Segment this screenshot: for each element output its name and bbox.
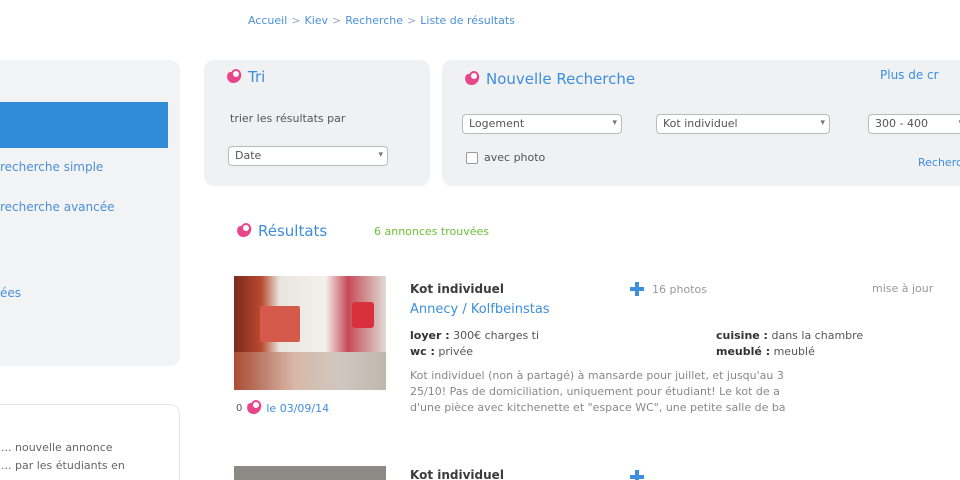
thumbnail-floor — [234, 352, 386, 390]
wc-value: privée — [438, 345, 474, 358]
listing-title[interactable]: Kot individuel — [410, 468, 504, 480]
recherche-panel: Nouvelle Recherche Plus de cr Logement ▾… — [442, 60, 960, 186]
breadcrumb-home[interactable]: Accueil — [248, 14, 287, 27]
sidebar-info-line: ... par les étudiants en — [1, 459, 125, 472]
plus-icon — [630, 282, 644, 296]
kind-select[interactable]: Kot individuel ▾ — [656, 114, 830, 134]
wc-label: wc : — [410, 345, 435, 358]
breadcrumb-separator: > — [407, 14, 417, 27]
sidebar-info-box: ... nouvelle annonce ... par les étudian… — [0, 404, 180, 480]
listing-cuisine: cuisine : dans la chambre — [716, 329, 863, 342]
listing-title[interactable]: Kot individuel — [410, 282, 504, 296]
chevron-down-icon: ▾ — [612, 118, 617, 128]
type-select-value: Logement — [469, 117, 525, 130]
listing-description-line: 25/10! Pas de domiciliation, uniquement … — [410, 385, 780, 398]
listing-location[interactable]: Annecy / Kolfbeinstas — [410, 302, 550, 317]
loyer-label: loyer : — [410, 329, 450, 342]
pink-bag-icon — [236, 223, 252, 239]
breadcrumb-separator: > — [332, 14, 342, 27]
kind-select-value: Kot individuel — [663, 117, 738, 130]
breadcrumb-results[interactable]: Liste de résultats — [420, 14, 515, 27]
breadcrumb-recherche[interactable]: Recherche — [345, 14, 403, 27]
sidebar-nav: recherche simple recherche avancée ées — [0, 60, 180, 366]
listing-date-text: le 03/09/14 — [266, 401, 330, 415]
chevron-down-icon: ▾ — [820, 118, 825, 128]
listing-description-line: d'une pièce avec kitchenette et "espace … — [410, 401, 786, 414]
page: { "breadcrumb": { "items": ["Accueil", "… — [0, 0, 960, 480]
listing-thumbnail[interactable] — [234, 466, 386, 480]
meuble-label: meublé : — [716, 345, 771, 358]
listing-thumbnail[interactable] — [234, 276, 386, 390]
pink-bag-icon — [464, 71, 480, 87]
breadcrumb: Accueil > Kiev > Recherche > Liste de résultat… — [248, 14, 515, 27]
listing-photos-text: 16 photos — [652, 282, 707, 296]
meuble-value: meublé — [773, 345, 815, 358]
sidebar-item-recherche-avancee[interactable]: recherche avancée — [0, 200, 115, 214]
results-title: Résultats — [236, 222, 327, 240]
tri-title: Tri — [226, 68, 265, 86]
recherche-title-text: Nouvelle Recherche — [486, 70, 636, 88]
cuisine-label: cuisine : — [716, 329, 768, 342]
recherche-title: Nouvelle Recherche — [464, 70, 635, 88]
pink-bag-icon — [226, 69, 242, 85]
pink-bag-icon — [246, 400, 262, 416]
tri-select-value: Date — [235, 149, 262, 162]
tri-panel: Tri trier les résultats par Date ▾ — [204, 60, 430, 186]
photo-checkbox-label: avec photo — [484, 151, 546, 164]
listing-meuble: meublé : meublé — [716, 345, 815, 358]
photo-checkbox[interactable] — [466, 152, 478, 164]
sidebar-item-annonces[interactable]: ées — [0, 286, 21, 300]
listing-photos[interactable]: 16 photos — [630, 282, 707, 296]
breadcrumb-separator: > — [291, 14, 301, 27]
price-select[interactable]: 300 - 400 ▾ — [868, 114, 960, 134]
sidebar-info-line: ... nouvelle annonce — [1, 441, 113, 454]
listing-wc: wc : privée — [410, 345, 473, 358]
tri-label: trier les résultats par — [230, 112, 346, 125]
plus-icon[interactable] — [630, 470, 644, 480]
listing-updated: mise à jour — [872, 282, 934, 295]
sidebar-item-recherche-simple[interactable]: recherche simple — [0, 160, 103, 174]
loyer-value: 300€ charges ti — [453, 329, 540, 342]
cuisine-value: dans la chambre — [771, 329, 864, 342]
thumbnail-cushion — [352, 302, 374, 328]
listing-date: 0 le 03/09/14 — [236, 400, 329, 416]
tri-title-text: Tri — [248, 68, 266, 86]
results-title-text: Résultats — [258, 222, 328, 240]
date-marker: 0 — [236, 402, 243, 414]
more-criteria-link[interactable]: Plus de cr — [880, 68, 939, 82]
sidebar-item-active[interactable] — [0, 102, 168, 148]
results-count: 6 annonces trouvées — [374, 225, 489, 238]
listing-description-line: Kot individuel (non à partagé) à mansard… — [410, 369, 784, 382]
chevron-down-icon: ▾ — [378, 150, 383, 160]
type-select[interactable]: Logement ▾ — [462, 114, 622, 134]
listing-loyer: loyer : 300€ charges ti — [410, 329, 539, 342]
tri-select[interactable]: Date ▾ — [228, 146, 388, 166]
thumbnail-bed — [260, 306, 300, 342]
breadcrumb-kiev[interactable]: Kiev — [305, 14, 329, 27]
price-select-value: 300 - 400 — [875, 117, 928, 130]
search-link[interactable]: Rechercher — [918, 156, 960, 169]
